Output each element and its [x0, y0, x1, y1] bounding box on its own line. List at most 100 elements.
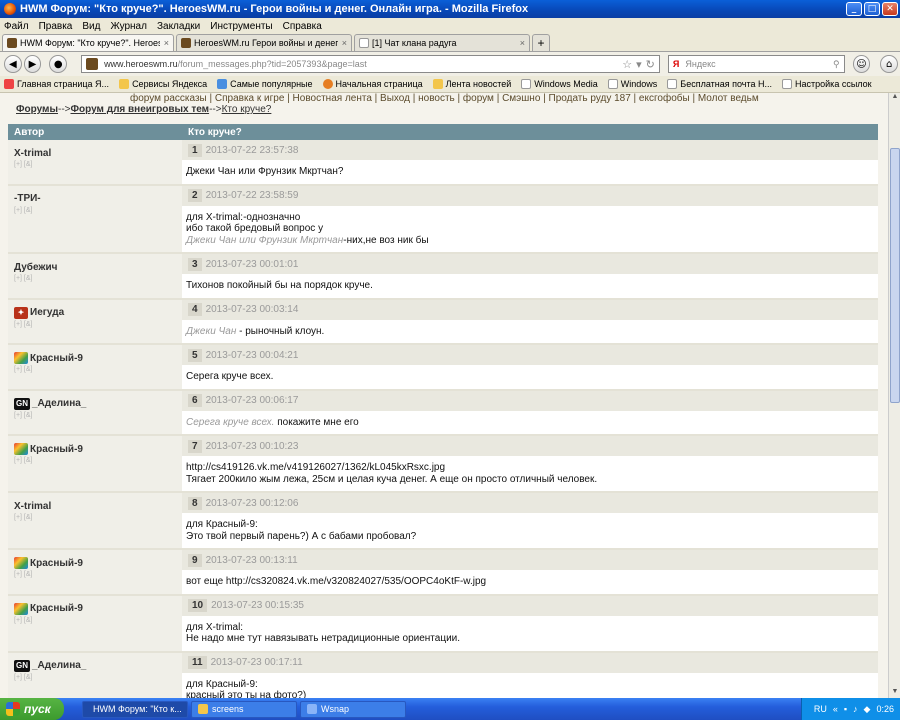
forward-button[interactable]: ▶: [23, 55, 42, 73]
post-number[interactable]: 10: [188, 599, 208, 612]
author-links[interactable]: [+] [&]: [14, 571, 176, 578]
author-links[interactable]: [+] [&]: [14, 161, 176, 168]
addon-icon[interactable]: ☺: [852, 55, 871, 73]
menu-history[interactable]: Журнал: [110, 21, 147, 32]
author-links[interactable]: [+] [&]: [14, 207, 176, 214]
author-label[interactable]: _Аделина_: [32, 398, 86, 409]
author-links[interactable]: [+] [&]: [14, 366, 176, 373]
bookmark-item[interactable]: Главная страница Я...: [4, 79, 109, 89]
author-name[interactable]: X-trimal: [14, 499, 176, 513]
url-bar[interactable]: www.heroeswm.ru/forum_messages.php?tid=2…: [81, 55, 660, 73]
bookmark-item[interactable]: Начальная страница: [322, 79, 423, 89]
gn-clan-icon[interactable]: GN: [14, 659, 30, 672]
rainbow-clan-icon[interactable]: [14, 602, 28, 615]
volume-icon[interactable]: ♪: [853, 704, 858, 714]
tab-close-icon[interactable]: ×: [342, 38, 347, 48]
author-label[interactable]: Дубежич: [14, 262, 57, 273]
bookmark-item[interactable]: Сервисы Яндекса: [119, 79, 207, 89]
gn-clan-icon[interactable]: GN: [14, 397, 30, 410]
menu-bookmarks[interactable]: Закладки: [157, 21, 200, 32]
author-label[interactable]: Красный-9: [30, 558, 83, 569]
author-links[interactable]: [+] [&]: [14, 412, 176, 419]
star-icon[interactable]: ☆: [622, 58, 632, 71]
author-name[interactable]: Дубежич: [14, 260, 176, 274]
author-name[interactable]: Красный-9: [14, 602, 176, 616]
top-links[interactable]: форум рассказы | Справка к игре | Новост…: [130, 93, 759, 104]
bookmark-item[interactable]: Windows Media: [521, 79, 598, 89]
author-label[interactable]: -ТРИ-: [14, 193, 41, 204]
search-box[interactable]: Я Яндекс ⚲: [667, 55, 845, 73]
author-label[interactable]: X-trimal: [14, 148, 51, 159]
menu-edit[interactable]: Правка: [39, 21, 73, 32]
post-number[interactable]: 2: [188, 189, 202, 202]
start-button[interactable]: пуск: [0, 698, 64, 720]
author-label[interactable]: Иегуда: [30, 307, 64, 318]
bookmark-item[interactable]: Лента новостей: [432, 79, 511, 89]
author-name[interactable]: GN _Аделина_: [14, 659, 176, 673]
author-label[interactable]: Красный-9: [30, 444, 83, 455]
author-name[interactable]: GN _Аделина_: [14, 397, 176, 411]
home-page-icon[interactable]: ●: [49, 55, 68, 73]
tab-close-icon[interactable]: ×: [164, 38, 169, 48]
close-button[interactable]: ✕: [882, 2, 898, 16]
author-name[interactable]: ✦ Иегуда: [14, 306, 176, 320]
author-name[interactable]: Красный-9: [14, 442, 176, 456]
post-number[interactable]: 6: [188, 394, 202, 407]
scroll-down-icon[interactable]: ▼: [890, 688, 900, 698]
tab-close-icon[interactable]: ×: [520, 38, 525, 48]
post-number[interactable]: 5: [188, 348, 202, 362]
author-label[interactable]: X-trimal: [14, 501, 51, 512]
post-number[interactable]: 4: [188, 303, 202, 316]
author-links[interactable]: [+] [&]: [14, 514, 176, 521]
new-tab-button[interactable]: +: [532, 34, 550, 51]
maximize-button[interactable]: □: [864, 2, 880, 16]
back-button[interactable]: ◀: [4, 55, 22, 73]
post-number[interactable]: 3: [188, 257, 202, 271]
minimize-button[interactable]: _: [846, 2, 862, 16]
post-number[interactable]: 11: [188, 656, 207, 669]
page-scrollbar[interactable]: ▲ ▼: [888, 93, 900, 698]
rainbow-clan-icon[interactable]: [14, 352, 28, 364]
reload-icon[interactable]: ↻: [646, 58, 655, 71]
menu-help[interactable]: Справка: [283, 21, 322, 32]
scroll-thumb[interactable]: [890, 148, 900, 403]
language-indicator[interactable]: RU: [814, 704, 827, 714]
post-number[interactable]: 8: [188, 496, 202, 510]
tab-heroes[interactable]: HeroesWM.ru Герои войны и денег. Он... ×: [176, 34, 352, 51]
author-name[interactable]: Красный-9: [14, 556, 176, 570]
crumb-forums[interactable]: Форумы: [16, 104, 58, 115]
author-label[interactable]: Красный-9: [30, 603, 83, 614]
crumb-topic[interactable]: Кто круче?: [222, 104, 272, 115]
antivirus-icon[interactable]: ◆: [864, 704, 871, 715]
dropdown-icon[interactable]: ▾: [636, 58, 642, 71]
author-links[interactable]: [+] [&]: [14, 321, 176, 328]
bookmark-item[interactable]: Бесплатная почта Н...: [667, 79, 772, 89]
author-links[interactable]: [+] [&]: [14, 617, 176, 624]
scroll-up-icon[interactable]: ▲: [890, 93, 900, 103]
taskbar-item-screens[interactable]: screens: [191, 700, 297, 718]
bookmark-item[interactable]: Настройка ссылок: [782, 79, 872, 89]
menu-tools[interactable]: Инструменты: [210, 21, 272, 32]
post-number[interactable]: 7: [188, 439, 202, 453]
author-name[interactable]: Красный-9: [14, 351, 176, 365]
author-label[interactable]: Красный-9: [30, 353, 83, 364]
crumb-section[interactable]: Форум для внеигровых тем: [71, 104, 210, 115]
rainbow-clan-icon[interactable]: [14, 443, 28, 455]
bookmark-item[interactable]: Самые популярные: [217, 79, 313, 89]
post-number[interactable]: 1: [188, 143, 202, 157]
clan-shield-icon[interactable]: ✦: [14, 306, 28, 319]
tray-arrow-icon[interactable]: «: [833, 704, 838, 714]
rainbow-clan-icon[interactable]: [14, 557, 28, 569]
author-label[interactable]: _Аделина_: [32, 660, 86, 671]
author-links[interactable]: [+] [&]: [14, 275, 176, 282]
author-links[interactable]: [+] [&]: [14, 674, 176, 681]
taskbar-item-firefox[interactable]: HWM Форум: "Кто к...: [82, 700, 188, 718]
home-button[interactable]: ⌂: [880, 55, 898, 73]
network-icon[interactable]: ▪: [844, 704, 847, 714]
menu-file[interactable]: Файл: [4, 21, 29, 32]
taskbar-item-wsnap[interactable]: Wsnap: [300, 700, 406, 718]
author-links[interactable]: [+] [&]: [14, 457, 176, 464]
bookmark-item[interactable]: Windows: [607, 79, 657, 89]
search-icon[interactable]: ⚲: [833, 59, 840, 70]
tab-chat[interactable]: [1] Чат клана радуга ×: [354, 34, 530, 51]
